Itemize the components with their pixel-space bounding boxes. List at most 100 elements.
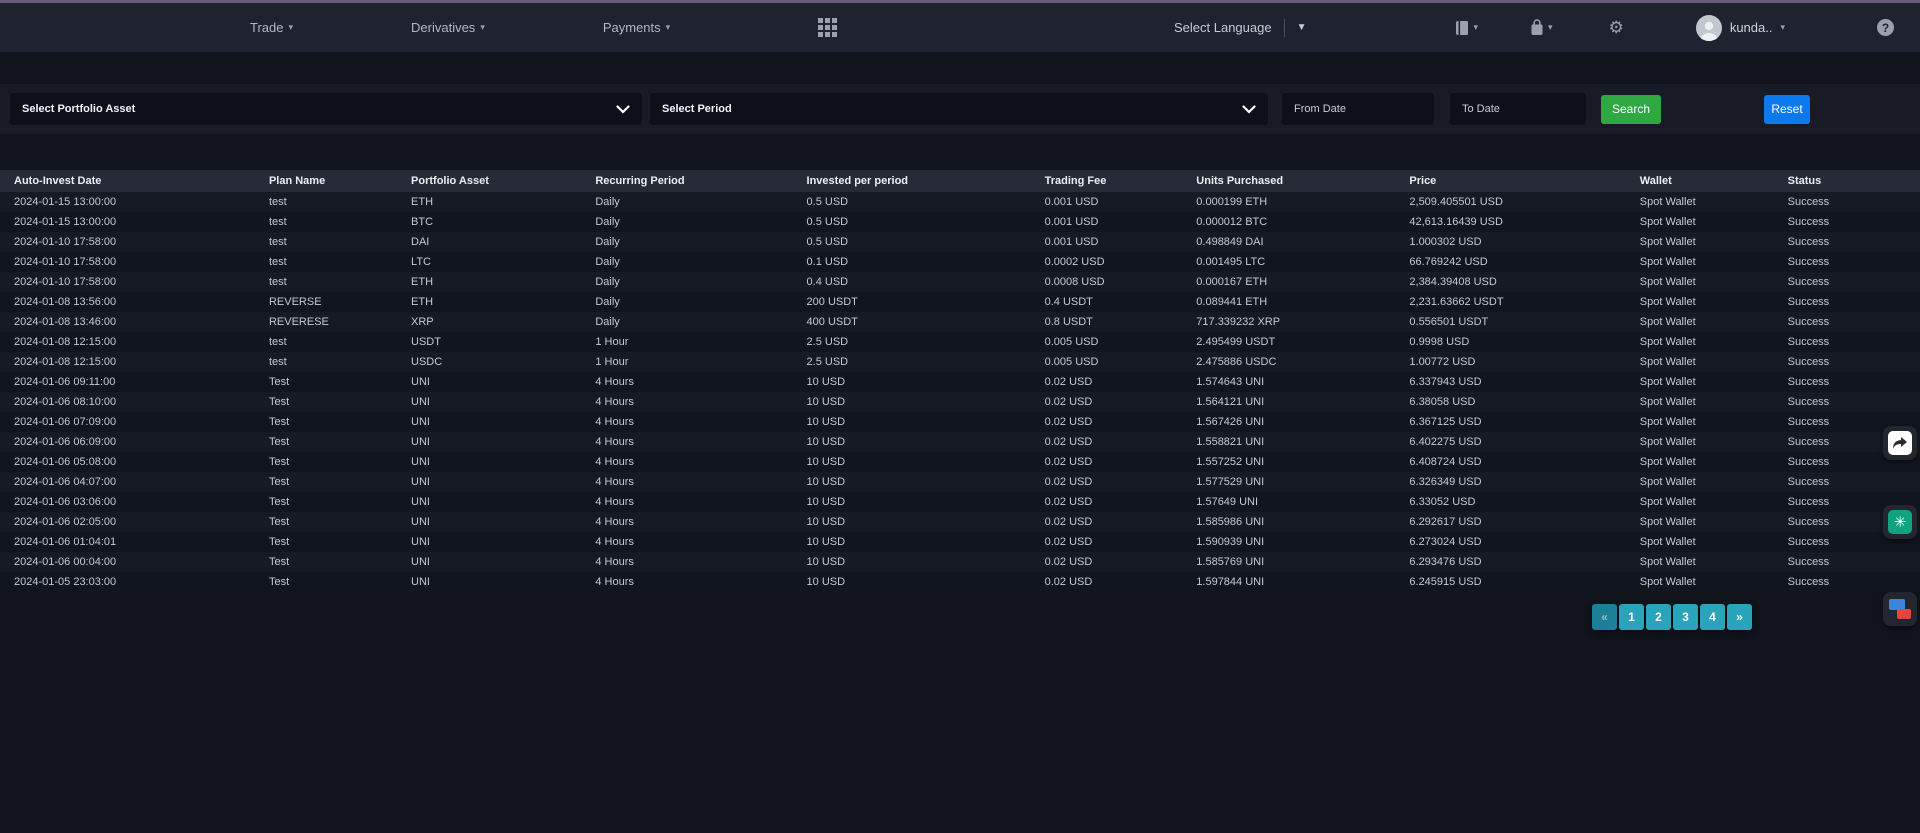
table-cell: Spot Wallet <box>1636 512 1784 532</box>
help-icon[interactable]: ? <box>1877 19 1894 36</box>
table-cell: Spot Wallet <box>1636 292 1784 312</box>
col-units-purchased: Units Purchased <box>1192 170 1405 192</box>
table-cell: Spot Wallet <box>1636 452 1784 472</box>
table-cell: Success <box>1784 552 1920 572</box>
table-cell: 0.9998 USD <box>1405 332 1635 352</box>
table-cell: 1.000302 USD <box>1405 232 1635 252</box>
wallet-bag-icon[interactable]: ▾ <box>1530 19 1553 36</box>
table-cell: Success <box>1784 292 1920 312</box>
table-cell: 4 Hours <box>591 372 802 392</box>
chevron-down-icon: ▾ <box>480 22 485 33</box>
table-row: 2024-01-08 13:46:00REVERESEXRPDaily400 U… <box>0 312 1920 332</box>
search-button[interactable]: Search <box>1601 95 1661 124</box>
table-cell: 66.769242 USD <box>1405 252 1635 272</box>
table-cell: 1.585769 UNI <box>1192 552 1405 572</box>
table-row: 2024-01-06 01:04:01TestUNI4 Hours10 USD0… <box>0 532 1920 552</box>
table-cell: test <box>265 332 407 352</box>
table-cell: 2024-01-08 12:15:00 <box>0 352 265 372</box>
table-cell: Success <box>1784 372 1920 392</box>
table-row: 2024-01-06 05:08:00TestUNI4 Hours10 USD0… <box>0 452 1920 472</box>
table-cell: 0.02 USD <box>1041 452 1193 472</box>
table-cell: 0.02 USD <box>1041 372 1193 392</box>
table-cell: 1 Hour <box>591 332 802 352</box>
settings-gear-icon[interactable]: ⚙ <box>1609 19 1624 36</box>
user-menu[interactable]: kunda.. ▾ <box>1696 15 1785 41</box>
table-cell: 1.564121 UNI <box>1192 392 1405 412</box>
period-select[interactable]: Select Period <box>650 93 1268 125</box>
table-cell: Spot Wallet <box>1636 212 1784 232</box>
table-cell: 2024-01-06 05:08:00 <box>0 452 265 472</box>
reset-button[interactable]: Reset <box>1764 95 1810 124</box>
nav-item-payments[interactable]: Payments ▾ <box>603 20 670 35</box>
table-cell: ETH <box>407 292 591 312</box>
table-row: 2024-01-06 02:05:00TestUNI4 Hours10 USD0… <box>0 512 1920 532</box>
table-cell: Test <box>265 372 407 392</box>
table-cell: 0.000012 BTC <box>1192 212 1405 232</box>
table-cell: Success <box>1784 272 1920 292</box>
table-cell: 6.402275 USD <box>1405 432 1635 452</box>
col-invested-per-period: Invested per period <box>803 170 1041 192</box>
pagination-page-4[interactable]: 4 <box>1700 604 1725 630</box>
table-cell: Success <box>1784 232 1920 252</box>
from-date-input[interactable] <box>1282 93 1434 125</box>
table-cell: UNI <box>407 392 591 412</box>
table-cell: test <box>265 352 407 372</box>
pagination-prev-button[interactable]: « <box>1592 604 1617 630</box>
table-cell: 0.000167 ETH <box>1192 272 1405 292</box>
pagination-page-1[interactable]: 1 <box>1619 604 1644 630</box>
table-cell: Spot Wallet <box>1636 312 1784 332</box>
to-date-input[interactable] <box>1450 93 1586 125</box>
table-cell: 6.408724 USD <box>1405 452 1635 472</box>
apps-grid-icon[interactable] <box>818 18 837 37</box>
table-cell: 2024-01-06 04:07:00 <box>0 472 265 492</box>
table-cell: Spot Wallet <box>1636 192 1784 212</box>
table-cell: 4 Hours <box>591 412 802 432</box>
table-cell: 0.5 USD <box>803 232 1041 252</box>
table-cell: LTC <box>407 252 591 272</box>
nav-item-trade[interactable]: Trade ▾ <box>250 20 293 35</box>
table-cell: Daily <box>591 212 802 232</box>
pagination-page-2[interactable]: 2 <box>1646 604 1671 630</box>
table-row: 2024-01-10 17:58:00testLTCDaily0.1 USD0.… <box>0 252 1920 272</box>
table-cell: 0.02 USD <box>1041 532 1193 552</box>
table-cell: 0.1 USD <box>803 252 1041 272</box>
col-status: Status <box>1784 170 1920 192</box>
language-label: Select Language <box>1174 20 1272 35</box>
chatgpt-extension-icon[interactable]: ✳ <box>1883 505 1917 539</box>
col-price: Price <box>1405 170 1635 192</box>
orders-book-icon[interactable]: ▾ <box>1455 20 1479 36</box>
nav-item-derivatives[interactable]: Derivatives ▾ <box>411 20 485 35</box>
table-cell: Spot Wallet <box>1636 472 1784 492</box>
table-cell: Test <box>265 452 407 472</box>
table-cell: 1.574643 UNI <box>1192 372 1405 392</box>
table-cell: 1 Hour <box>591 352 802 372</box>
table-row: 2024-01-06 08:10:00TestUNI4 Hours10 USD0… <box>0 392 1920 412</box>
pagination-next-button[interactable]: » <box>1727 604 1752 630</box>
table-cell: UNI <box>407 532 591 552</box>
chevron-down-icon: ▾ <box>666 22 671 33</box>
top-nav: Trade ▾ Derivatives ▾ Payments ▾ Select … <box>0 3 1920 52</box>
table-cell: Success <box>1784 572 1920 592</box>
table-cell: 2,231.63662 USDT <box>1405 292 1635 312</box>
pagination-page-3[interactable]: 3 <box>1673 604 1698 630</box>
table-cell: 1.557252 UNI <box>1192 452 1405 472</box>
table-cell: 0.001495 LTC <box>1192 252 1405 272</box>
portfolio-asset-select[interactable]: Select Portfolio Asset <box>10 93 642 125</box>
table-cell: 2024-01-06 08:10:00 <box>0 392 265 412</box>
chat-bubbles-icon[interactable] <box>1883 592 1917 626</box>
table-cell: 2.5 USD <box>803 352 1041 372</box>
table-cell: 0.4 USDT <box>1041 292 1193 312</box>
nav-item-label: Trade <box>250 20 283 35</box>
table-cell: UNI <box>407 412 591 432</box>
table-cell: 0.4 USD <box>803 272 1041 292</box>
table-cell: Test <box>265 552 407 572</box>
language-selector[interactable]: Select Language ▼ <box>1174 19 1307 37</box>
table-cell: Test <box>265 532 407 552</box>
table-cell: 2,509.405501 USD <box>1405 192 1635 212</box>
auto-invest-history-section: Auto-Invest Date Plan Name Portfolio Ass… <box>0 170 1920 630</box>
table-cell: 2,384.39408 USD <box>1405 272 1635 292</box>
table-cell: ETH <box>407 192 591 212</box>
table-cell: 6.273024 USD <box>1405 532 1635 552</box>
share-shortcut-button[interactable] <box>1883 426 1917 460</box>
table-cell: 0.0002 USD <box>1041 252 1193 272</box>
